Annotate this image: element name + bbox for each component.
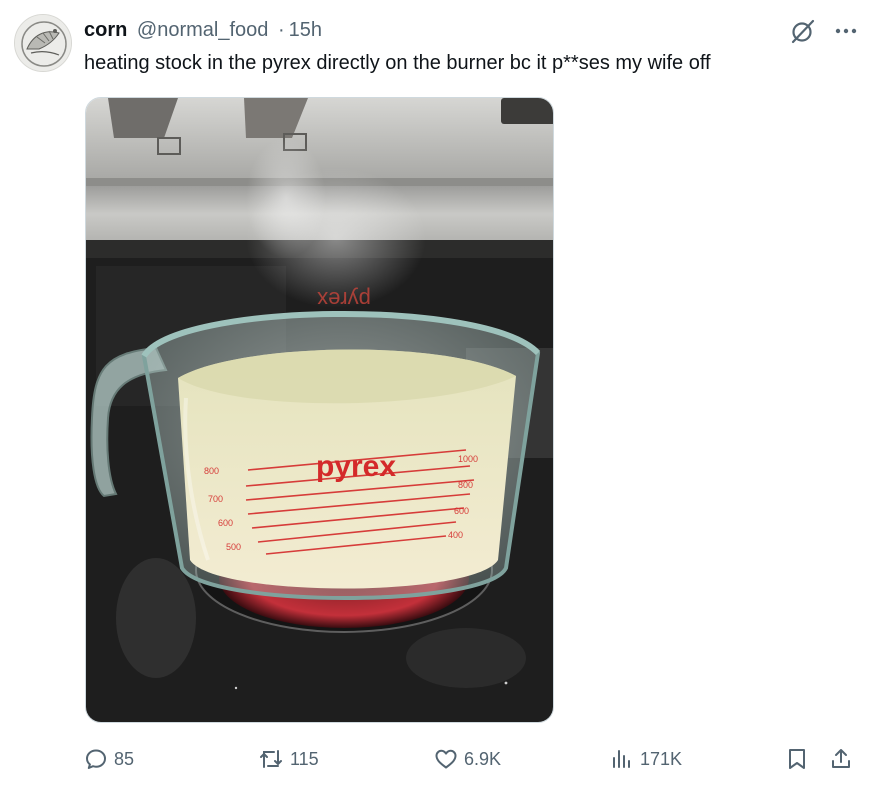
mirrored-brand-text: pyrex [317,287,371,312]
svg-text:500: 500 [226,542,241,552]
action-bar: 85 115 6.9K 171K [0,742,880,776]
grok-icon[interactable] [790,18,816,44]
tweet: corn @normal_food · 15h heating stock in … [0,0,880,786]
retweet-count: 115 [290,748,319,769]
svg-text:700: 700 [208,494,223,504]
svg-text:1000: 1000 [458,454,478,464]
share-button[interactable] [829,742,853,776]
author-name[interactable]: corn [84,19,127,41]
svg-text:600: 600 [218,518,233,528]
views-button[interactable]: 171K [610,742,682,776]
svg-text:400: 400 [448,530,463,540]
reply-count: 85 [114,748,135,769]
svg-text:800: 800 [458,480,473,490]
svg-text:800: 800 [204,466,219,476]
post-time[interactable]: 15h [289,19,322,41]
views-count: 171K [640,748,683,769]
bookmark-button[interactable] [786,742,808,776]
bookmark-icon [789,749,805,769]
author-handle[interactable]: @normal_food [137,19,268,41]
tweet-photo[interactable]: pyrex 800 700 600 500 1000 800 600 400 p… [85,97,554,723]
heart-icon [435,749,457,769]
avatar[interactable] [14,14,72,72]
retweet-icon [260,750,282,768]
like-count: 6.9K [464,748,502,769]
tweet-header: corn @normal_food · 15h [84,17,322,43]
more-icon[interactable] [832,18,860,44]
retweet-button[interactable]: 115 [258,742,319,776]
like-button[interactable]: 6.9K [434,742,501,776]
reply-button[interactable]: 85 [84,742,134,776]
separator-dot: · [277,19,285,41]
reply-icon [86,749,106,769]
svg-text:600: 600 [454,506,469,516]
brand-text: pyrex [316,450,396,483]
tweet-text: heating stock in the pyrex directly on t… [84,52,711,74]
views-icon [613,750,630,768]
share-icon [832,749,850,768]
